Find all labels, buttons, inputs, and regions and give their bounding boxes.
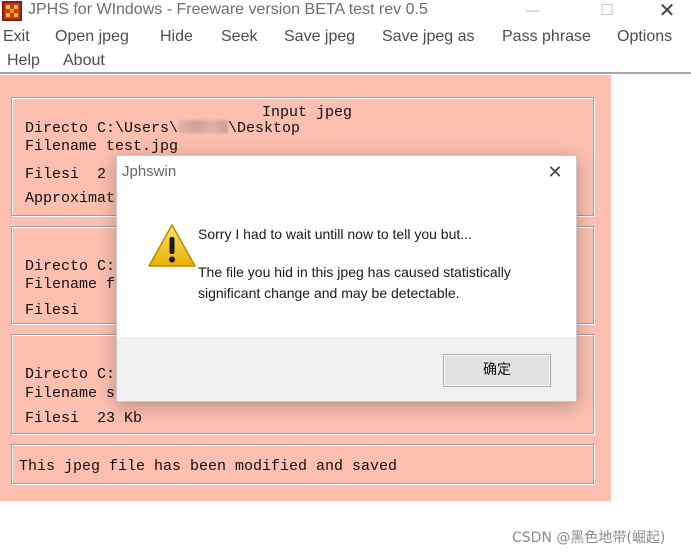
dialog-title: Jphswin [122, 163, 177, 180]
directory-label: Directo [25, 120, 89, 137]
close-button[interactable]: ✕ [644, 0, 690, 22]
menu-save-jpeg[interactable]: Save jpeg [284, 28, 355, 46]
hidden-filesize-label: Filesi [25, 302, 80, 319]
status-text: This jpeg file has been modified and sav… [19, 458, 398, 475]
filename-label: Filename [25, 385, 98, 402]
directory-value: C: [97, 258, 116, 275]
output-filename-row: Filename st [25, 385, 124, 402]
menu-open-jpeg[interactable]: Open jpeg [55, 28, 129, 46]
menu-hide[interactable]: Hide [160, 28, 193, 46]
input-approx-label: Approximate [25, 190, 125, 207]
jphs-app-icon [2, 1, 22, 21]
directory-label: Directo [25, 258, 89, 275]
dialog-message: Sorry I had to wait untill now to tell y… [198, 224, 558, 321]
csdn-watermark: CSDN @黑色地带(崛起) [512, 530, 666, 546]
filename-value: test.jpg [106, 138, 179, 155]
input-filesize-row: Filesi 2 [25, 166, 106, 183]
hidden-directory-row: Directo C: [25, 258, 115, 275]
directory-label: Directo [25, 366, 89, 383]
window-title: JPHS for WIndows - Freeware version BETA… [28, 1, 428, 18]
menu-bar: Exit Open jpeg Hide Seek Save jpeg Save … [0, 25, 691, 72]
dialog-message-line1: Sorry I had to wait untill now to tell y… [198, 226, 472, 242]
maximize-button[interactable]: ☐ [584, 0, 630, 22]
title-bar[interactable]: JPHS for WIndows - Freeware version BETA… [0, 0, 691, 24]
status-group: This jpeg file has been modified and sav… [11, 444, 594, 484]
directory-value: C: [97, 366, 116, 383]
menu-separator [0, 72, 691, 74]
menu-help[interactable]: Help [7, 52, 40, 70]
filename-label: Filename [25, 276, 98, 293]
warning-icon [148, 224, 196, 267]
hidden-filename-row: Filename fl [25, 276, 124, 293]
input-jpeg-heading: Input jpeg [262, 104, 353, 121]
directory-value-prefix: C:\Users\ [97, 120, 179, 137]
warning-dialog: Jphswin ✕ Sorry I had to wait untill now… [116, 155, 577, 402]
filesize-value: 23 Kb [97, 410, 143, 427]
menu-pass-phrase[interactable]: Pass phrase [502, 28, 591, 46]
output-filesize-row: Filesi 23 Kb [25, 410, 142, 427]
menu-options[interactable]: Options [617, 28, 672, 46]
filesize-label: Filesi [25, 410, 80, 427]
menu-save-jpeg-as[interactable]: Save jpeg as [382, 28, 475, 46]
input-directory-row: Directo C:\Users\ \Desktop [25, 120, 300, 137]
dialog-close-button[interactable]: ✕ [542, 160, 568, 184]
filesize-value: 2 [97, 166, 107, 183]
menu-about[interactable]: About [63, 52, 105, 70]
filesize-label: Filesi [25, 166, 80, 183]
ok-button[interactable]: 确定 [443, 354, 551, 387]
menu-seek[interactable]: Seek [221, 28, 257, 46]
directory-value-suffix: \Desktop [228, 120, 301, 137]
minimize-button[interactable]: — [510, 0, 556, 22]
output-directory-row: Directo C: [25, 366, 115, 383]
input-filename-row: Filename test.jpg [25, 138, 178, 155]
dialog-footer: 确定 [117, 337, 576, 401]
dialog-message-line2: The file you hid in this jpeg has caused… [198, 264, 511, 301]
menu-exit[interactable]: Exit [3, 28, 30, 46]
filename-label: Filename [25, 138, 98, 155]
redacted-username [178, 120, 229, 133]
